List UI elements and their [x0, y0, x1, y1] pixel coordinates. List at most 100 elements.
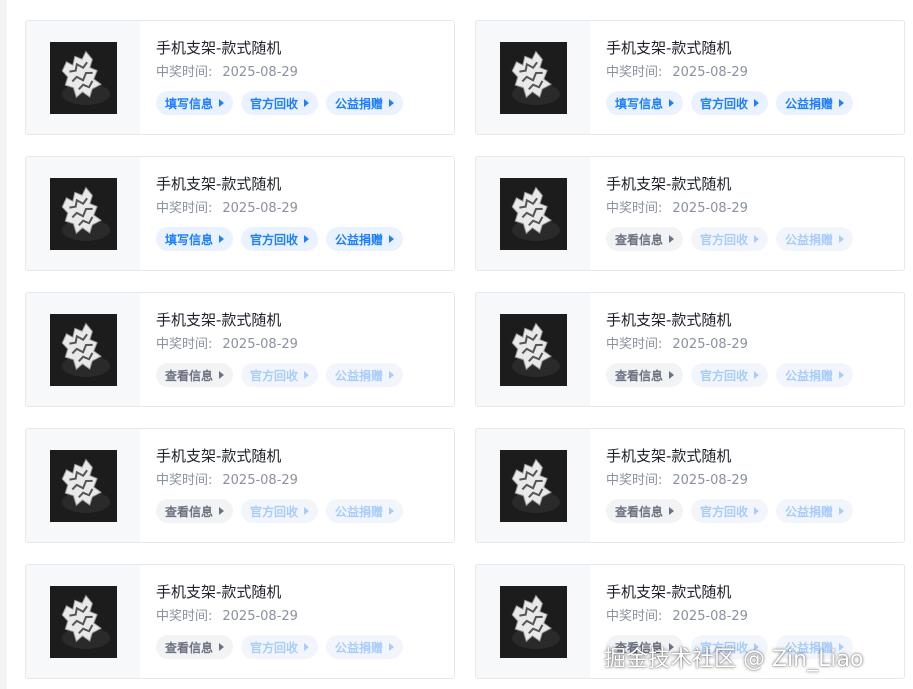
- win-date-label: 中奖时间:: [606, 609, 663, 624]
- prize-title: 手机支架-款式随机: [156, 39, 282, 57]
- view-info-button[interactable]: 查看信息: [156, 363, 234, 387]
- official-recycle-button[interactable]: 官方回收: [691, 91, 769, 115]
- phone-stand-image: [49, 177, 117, 250]
- caret-right-icon: [754, 507, 760, 515]
- prize-image-box: [476, 429, 590, 542]
- prize-title: 手机支架-款式随机: [606, 39, 732, 57]
- prize-actions: 查看信息 官方回收 公益捐赠: [156, 635, 454, 659]
- caret-right-icon: [389, 643, 395, 651]
- caret-right-icon: [839, 371, 845, 379]
- charity-donate-button: 公益捐赠: [776, 363, 854, 387]
- view-info-button[interactable]: 查看信息: [156, 499, 234, 523]
- official-recycle-button[interactable]: 官方回收: [241, 91, 319, 115]
- caret-right-icon: [389, 507, 395, 515]
- win-date-value: 2025-08-29: [222, 65, 298, 80]
- prize-actions: 查看信息 官方回收 公益捐赠: [606, 227, 904, 251]
- prize-image-box: [26, 429, 140, 542]
- action-label: 查看信息: [615, 504, 664, 519]
- prize-title: 手机支架-款式随机: [606, 447, 732, 465]
- view-info-button[interactable]: 查看信息: [606, 499, 684, 523]
- action-label: 填写信息: [165, 96, 214, 111]
- caret-right-icon: [304, 643, 310, 651]
- phone-stand-image: [499, 585, 567, 658]
- caret-right-icon: [754, 99, 760, 107]
- view-info-button[interactable]: 查看信息: [606, 363, 684, 387]
- caret-right-icon: [389, 371, 395, 379]
- action-label: 公益捐赠: [785, 504, 834, 519]
- official-recycle-button: 官方回收: [691, 499, 769, 523]
- win-date-label: 中奖时间:: [156, 65, 213, 80]
- action-label: 官方回收: [250, 368, 299, 383]
- charity-donate-button: 公益捐赠: [776, 227, 854, 251]
- fill-info-button[interactable]: 填写信息: [156, 91, 234, 115]
- win-date-row: 中奖时间: 2025-08-29: [606, 472, 904, 490]
- prize-image-box: [26, 157, 140, 270]
- action-label: 官方回收: [700, 232, 749, 247]
- win-date-value: 2025-08-29: [222, 609, 298, 624]
- win-date-label: 中奖时间:: [606, 473, 663, 488]
- prize-card: 手机支架-款式随机 中奖时间: 2025-08-29 填写信息 官方回收 公益捐赠: [475, 20, 905, 135]
- prize-actions: 填写信息 官方回收 公益捐赠: [606, 91, 904, 115]
- phone-stand-image: [49, 449, 117, 522]
- win-date-label: 中奖时间:: [606, 201, 663, 216]
- phone-stand-image: [499, 313, 567, 386]
- action-label: 官方回收: [700, 504, 749, 519]
- prize-card: 手机支架-款式随机 中奖时间: 2025-08-29 查看信息 官方回收 公益捐赠: [25, 292, 455, 407]
- action-label: 公益捐赠: [785, 96, 834, 111]
- prize-info: 手机支架-款式随机 中奖时间: 2025-08-29 查看信息 官方回收 公益捐赠: [140, 293, 454, 406]
- prize-info: 手机支架-款式随机 中奖时间: 2025-08-29 填写信息 官方回收 公益捐赠: [140, 157, 454, 270]
- win-date-label: 中奖时间:: [156, 609, 213, 624]
- action-label: 官方回收: [250, 232, 299, 247]
- action-label: 官方回收: [250, 96, 299, 111]
- win-date-row: 中奖时间: 2025-08-29: [156, 64, 454, 82]
- view-info-button[interactable]: 查看信息: [156, 635, 234, 659]
- prize-title: 手机支架-款式随机: [606, 175, 732, 193]
- caret-right-icon: [304, 507, 310, 515]
- charity-donate-button[interactable]: 公益捐赠: [326, 227, 404, 251]
- charity-donate-button[interactable]: 公益捐赠: [326, 91, 404, 115]
- phone-stand-image: [49, 313, 117, 386]
- charity-donate-button[interactable]: 公益捐赠: [776, 91, 854, 115]
- caret-right-icon: [219, 99, 225, 107]
- charity-donate-button: 公益捐赠: [326, 635, 404, 659]
- fill-info-button[interactable]: 填写信息: [156, 227, 234, 251]
- prize-card: 手机支架-款式随机 中奖时间: 2025-08-29 查看信息 官方回收 公益捐赠: [475, 156, 905, 271]
- view-info-button[interactable]: 查看信息: [606, 227, 684, 251]
- caret-right-icon: [389, 235, 395, 243]
- prize-image-box: [26, 293, 140, 406]
- caret-right-icon: [304, 235, 310, 243]
- action-label: 查看信息: [615, 368, 664, 383]
- prize-card-grid: 手机支架-款式随机 中奖时间: 2025-08-29 填写信息 官方回收 公益捐赠 手机支…: [25, 20, 905, 679]
- prize-info: 手机支架-款式随机 中奖时间: 2025-08-29 填写信息 官方回收 公益捐赠: [140, 21, 454, 134]
- caret-right-icon: [219, 235, 225, 243]
- action-label: 公益捐赠: [785, 232, 834, 247]
- prize-info: 手机支架-款式随机 中奖时间: 2025-08-29 查看信息 官方回收 公益捐赠: [590, 293, 904, 406]
- fill-info-button[interactable]: 填写信息: [606, 91, 684, 115]
- caret-right-icon: [389, 99, 395, 107]
- action-label: 公益捐赠: [335, 232, 384, 247]
- prize-actions: 填写信息 官方回收 公益捐赠: [156, 227, 454, 251]
- win-date-value: 2025-08-29: [672, 201, 748, 216]
- action-label: 公益捐赠: [335, 368, 384, 383]
- caret-right-icon: [219, 507, 225, 515]
- caret-right-icon: [839, 235, 845, 243]
- prize-title: 手机支架-款式随机: [156, 447, 282, 465]
- action-label: 填写信息: [165, 232, 214, 247]
- win-date-value: 2025-08-29: [672, 473, 748, 488]
- prize-actions: 填写信息 官方回收 公益捐赠: [156, 91, 454, 115]
- prize-actions: 查看信息 官方回收 公益捐赠: [606, 363, 904, 387]
- action-label: 填写信息: [615, 96, 664, 111]
- caret-right-icon: [669, 507, 675, 515]
- action-label: 官方回收: [250, 640, 299, 655]
- official-recycle-button[interactable]: 官方回收: [241, 227, 319, 251]
- action-label: 查看信息: [165, 640, 214, 655]
- win-date-label: 中奖时间:: [156, 337, 213, 352]
- action-label: 官方回收: [700, 368, 749, 383]
- prize-card: 手机支架-款式随机 中奖时间: 2025-08-29 查看信息 官方回收 公益捐赠: [25, 564, 455, 679]
- win-date-value: 2025-08-29: [672, 65, 748, 80]
- phone-stand-image: [499, 449, 567, 522]
- phone-stand-image: [49, 41, 117, 114]
- caret-right-icon: [839, 99, 845, 107]
- caret-right-icon: [669, 235, 675, 243]
- prize-image-box: [476, 293, 590, 406]
